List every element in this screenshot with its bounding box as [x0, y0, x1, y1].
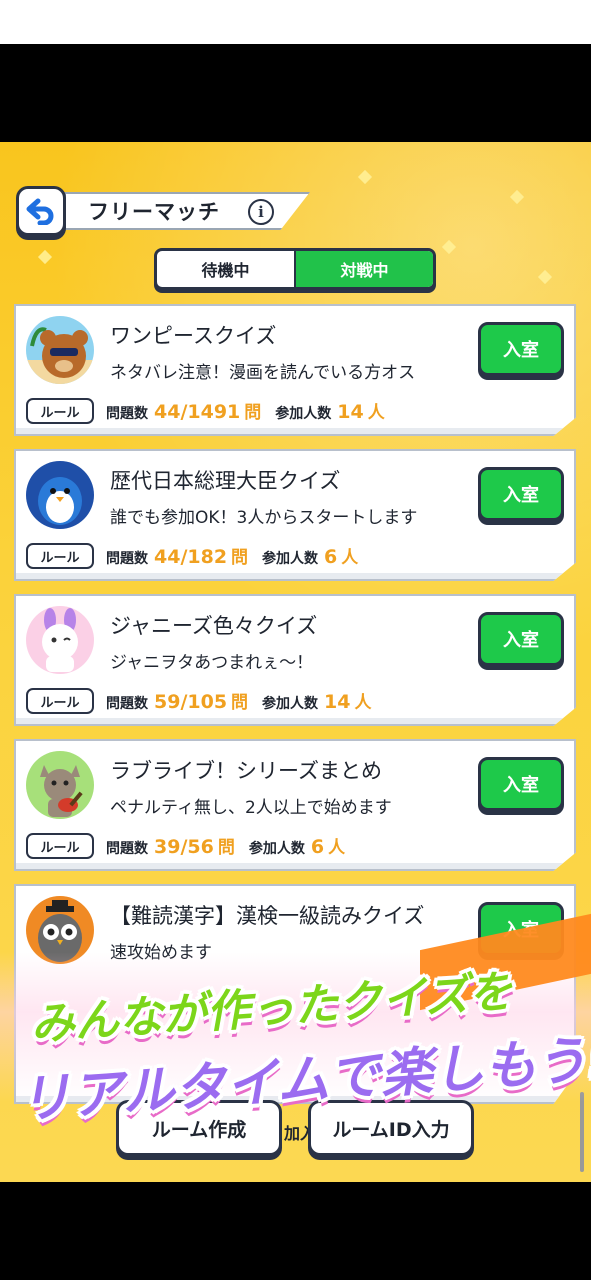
participants-label: 参加人数 — [275, 406, 332, 422]
sparkle-decoration — [441, 239, 457, 255]
top-black-bar — [0, 44, 591, 142]
sparkle-decoration — [537, 269, 553, 285]
sparkle-decoration — [509, 189, 525, 205]
bear-with-sunglasses-icon — [26, 316, 94, 384]
room-card[interactable]: 歴代日本総理大臣クイズ 誰でも参加OK！3人からスタートします 入室 ルール 問… — [14, 449, 576, 581]
room-description: 誰でも参加OK！3人からスタートします — [110, 508, 418, 528]
scrollbar[interactable] — [580, 1092, 584, 1172]
questions-unit: 問 — [231, 548, 249, 568]
questions-label: 問題数 — [106, 841, 148, 857]
room-title: ワンピースクイズ — [110, 324, 277, 348]
tab-waiting[interactable]: 待機中 — [157, 251, 294, 287]
room-title: ジャニーズ色々クイズ — [110, 614, 318, 638]
participants-count: 6 — [310, 836, 325, 858]
status-tabs: 待機中 対戦中 — [154, 248, 436, 290]
room-description: ジャニヲタあつまれぇ〜！ — [110, 653, 314, 673]
enter-room-button[interactable]: 入室 — [478, 467, 564, 521]
participants-count: 6 — [324, 546, 338, 568]
cat-with-guitar-icon — [26, 751, 94, 819]
questions-count: 44/1491 — [154, 401, 241, 423]
questions-count: 39/56 — [154, 836, 214, 858]
bottom-black-bar — [0, 1182, 591, 1280]
rule-button[interactable]: ルール — [26, 688, 94, 714]
info-icon[interactable]: i — [248, 199, 274, 225]
room-description: ネタバレ注意！漫画を読んでいる方オス — [110, 363, 416, 383]
participants-unit: 人 — [328, 838, 346, 858]
participants-count: 14 — [337, 401, 364, 423]
participants-label: 参加人数 — [262, 551, 319, 567]
room-stats: ルール 問題数 59/105 問 参加人数 14 人 — [26, 688, 386, 714]
rule-button[interactable]: ルール — [26, 543, 94, 569]
room-stats: ルール 問題数 44/182 問 参加人数 6 人 — [26, 543, 372, 569]
room-title: 歴代日本総理大臣クイズ — [110, 469, 341, 493]
participants-unit: 人 — [367, 403, 385, 423]
participants-unit: 人 — [341, 548, 359, 568]
enter-room-button[interactable]: 入室 — [478, 612, 564, 666]
questions-label: 問題数 — [106, 551, 148, 567]
room-card[interactable]: ラブライブ！シリーズまとめ ペナルティ無し、2人以上で始めます 入室 ルール 問… — [14, 739, 576, 871]
room-stats: ルール 問題数 39/56 問 参加人数 6 人 — [26, 833, 359, 859]
back-arrow-icon — [26, 198, 54, 225]
page-title: フリーマッチ — [88, 200, 220, 224]
tab-in-battle[interactable]: 対戦中 — [294, 251, 433, 287]
questions-count: 44/182 — [154, 546, 228, 568]
sparkle-decoration — [37, 249, 53, 265]
enter-room-id-label: ルームID入力 — [332, 1118, 450, 1141]
enter-room-button[interactable]: 入室 — [478, 757, 564, 811]
questions-unit: 問 — [231, 693, 249, 713]
questions-count: 59/105 — [154, 691, 228, 713]
back-button[interactable] — [16, 186, 66, 236]
participants-label: 参加人数 — [248, 841, 305, 857]
questions-unit: 問 — [217, 838, 235, 858]
participants-label: 参加人数 — [262, 696, 319, 712]
room-card[interactable]: ワンピースクイズ ネタバレ注意！漫画を読んでいる方オス 入室 ルール 問題数 4… — [14, 304, 576, 436]
questions-unit: 問 — [244, 403, 262, 423]
free-match-screen: フリーマッチ i 待機中 対戦中 ワンピースクイズ ネタバレ注意！漫画を読んでい… — [0, 142, 591, 1182]
participants-count: 14 — [324, 691, 351, 713]
room-stats: ルール 問題数 44/1491 問 参加人数 14 人 — [26, 398, 399, 424]
rule-button[interactable]: ルール — [26, 833, 94, 859]
room-card[interactable]: ジャニーズ色々クイズ ジャニヲタあつまれぇ〜！ 入室 ルール 問題数 59/10… — [14, 594, 576, 726]
penguin-icon — [26, 461, 94, 529]
room-description: ペナルティ無し、2人以上で始めます — [110, 798, 392, 818]
rule-button[interactable]: ルール — [26, 398, 94, 424]
bunny-character-icon — [26, 606, 94, 674]
room-title: 【難読漢字】漢検一級読みクイズ — [110, 904, 425, 928]
questions-label: 問題数 — [106, 696, 148, 712]
questions-label: 問題数 — [106, 406, 148, 422]
participants-unit: 人 — [354, 693, 372, 713]
sparkle-decoration — [357, 169, 373, 185]
enter-room-button[interactable]: 入室 — [478, 322, 564, 376]
room-title: ラブライブ！シリーズまとめ — [110, 759, 382, 783]
